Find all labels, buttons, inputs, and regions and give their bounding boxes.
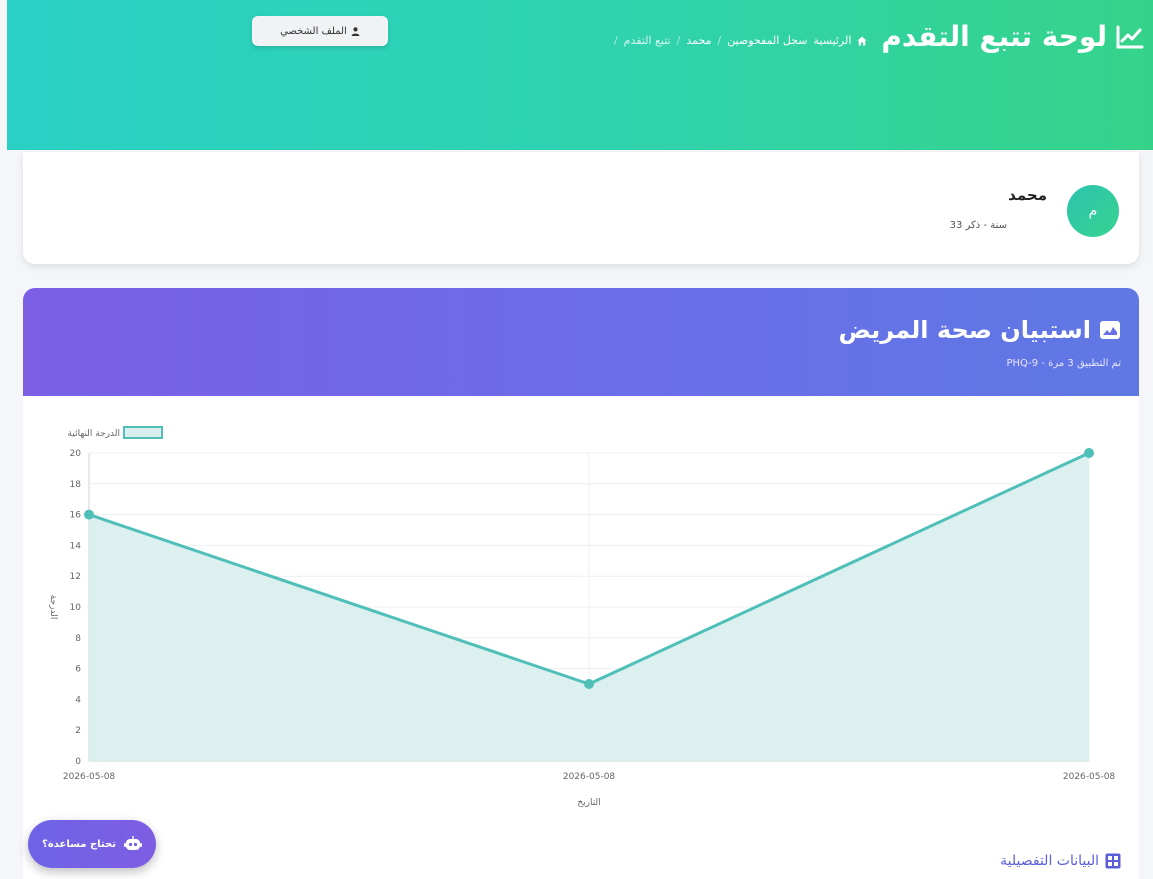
y-tick-label: 20 (70, 449, 82, 459)
y-tick-label: 14 (70, 541, 82, 551)
chart-line-icon (1116, 25, 1144, 48)
questionnaire-subtitle: PHQ-9 - تم التطبيق 3 مرة (1006, 358, 1121, 369)
y-tick-label: 16 (70, 511, 82, 521)
data-point (584, 679, 594, 689)
y-tick-label: 18 (70, 480, 82, 490)
breadcrumb-patients[interactable]: سجل المفحوصين (727, 34, 807, 47)
breadcrumb-current: تتبع التقدم (623, 34, 671, 47)
robot-icon (123, 836, 142, 850)
home-icon (857, 36, 867, 45)
breadcrumb: الرئيسية سجل المفحوصين / محمد / تتبع الت… (614, 34, 867, 47)
x-tick-label: 2026-05-08 (1063, 772, 1116, 782)
progress-chart: 0 2 4 6 8 10 12 14 16 18 20 2026-05-08 2026-05-08 202… (23, 408, 1139, 818)
breadcrumb-separator: / (613, 34, 618, 47)
y-tick-label: 2 (75, 726, 81, 736)
breadcrumb-home[interactable]: الرئيسية (813, 34, 851, 47)
details-title-row: البيانات التفصيلية (1000, 853, 1121, 869)
breadcrumb-separator: / (676, 34, 681, 47)
table-icon (1105, 853, 1121, 869)
breadcrumb-patient[interactable]: محمد (686, 34, 711, 47)
x-tick-label: 2026-05-08 (63, 772, 116, 782)
profile-button[interactable]: الملف الشخصي (252, 16, 388, 46)
y-axis-title: الدرجة (48, 595, 58, 620)
questionnaire-title: استبيان صحة المريض (838, 316, 1091, 344)
y-tick-label: 4 (75, 695, 81, 705)
y-tick-label: 12 (70, 572, 81, 582)
page-title: لوحة تتبع التقدم (881, 20, 1107, 53)
patient-info: 33 سنة - ذكر (949, 220, 1007, 231)
legend-label: الدرجة النهائية (68, 429, 120, 439)
x-tick-label: 2026-05-08 (563, 772, 616, 782)
page: لوحة تتبع التقدم الرئيسية سجل المفحوصين … (0, 0, 1153, 879)
clipboard-chart-icon (1100, 321, 1120, 339)
patient-name: محمد (1008, 186, 1047, 204)
data-point (1084, 448, 1094, 458)
y-tick-label: 8 (75, 634, 81, 644)
patient-card: م محمد 33 سنة - ذكر (23, 152, 1139, 264)
y-tick-label: 10 (70, 603, 82, 613)
profile-button-label: الملف الشخصي (280, 25, 347, 37)
help-button[interactable]: تحتاج مساعدة؟ (28, 820, 156, 868)
legend-swatch (123, 426, 163, 439)
questionnaire-card: استبيان صحة المريض PHQ-9 - تم التطبيق 3 … (23, 288, 1139, 879)
data-point (84, 509, 94, 520)
help-button-label: تحتاج مساعدة؟ (42, 838, 116, 850)
chart-svg: 0 2 4 6 8 10 12 14 16 18 20 2026-05-08 2026-05-08 202… (48, 426, 1116, 808)
questionnaire-title-row: استبيان صحة المريض (839, 316, 1121, 344)
brand: لوحة تتبع التقدم الرئيسية سجل المفحوصين … (614, 20, 1145, 53)
y-tick-label: 0 (75, 757, 81, 767)
avatar: م (1067, 185, 1119, 237)
x-axis-title: التاريخ (577, 798, 600, 808)
details-title: البيانات التفصيلية (1000, 853, 1099, 869)
questionnaire-header: استبيان صحة المريض PHQ-9 - تم التطبيق 3 … (23, 288, 1139, 396)
y-tick-label: 6 (75, 665, 81, 675)
header: لوحة تتبع التقدم الرئيسية سجل المفحوصين … (7, 0, 1153, 150)
breadcrumb-separator: / (717, 34, 722, 47)
user-icon (351, 26, 360, 36)
